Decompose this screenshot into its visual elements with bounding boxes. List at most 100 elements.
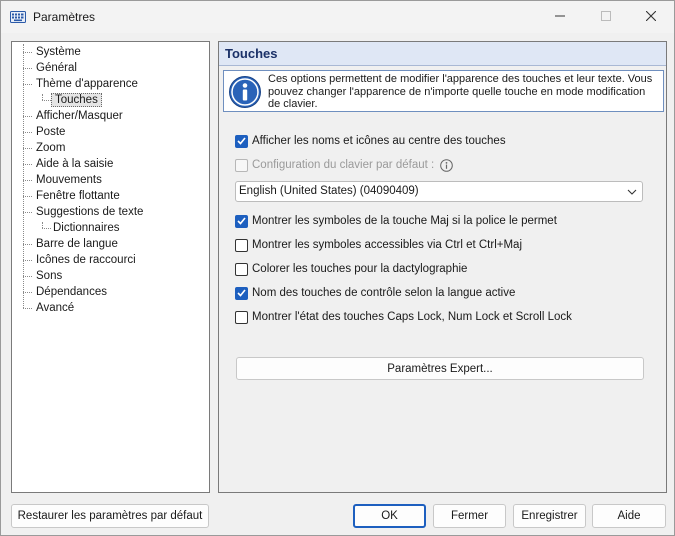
- tree-connector: [42, 228, 51, 229]
- option-show-names-icons[interactable]: Afficher les noms et icônes au centre de…: [235, 133, 506, 149]
- tree-item-systeme[interactable]: Système: [34, 44, 83, 60]
- tree-connector: [23, 196, 32, 197]
- panel-header: Touches: [219, 42, 666, 66]
- tree-item-label: Sons: [36, 270, 63, 282]
- option-label: Configuration du clavier par défaut :: [252, 159, 435, 171]
- tree-connector: [23, 308, 32, 309]
- help-button[interactable]: Aide: [592, 504, 666, 528]
- tree-item-dictionnaires[interactable]: Dictionnaires: [51, 220, 121, 236]
- checkbox: [235, 158, 248, 172]
- tree-item-general[interactable]: Général: [34, 60, 79, 76]
- tree-item-label: Dictionnaires: [53, 222, 120, 234]
- tree-connector: [23, 276, 32, 277]
- keyboard-layout-select[interactable]: English (United States) (04090409): [235, 181, 643, 202]
- option-control-key-names[interactable]: Nom des touches de contrôle selon la lan…: [235, 285, 515, 301]
- chevron-down-icon: [627, 189, 637, 195]
- check-icon: [237, 137, 246, 145]
- option-label: Nom des touches de contrôle selon la lan…: [252, 287, 516, 299]
- option-label: Montrer les symboles de la touche Maj si…: [252, 215, 557, 227]
- tree-connector: [42, 100, 51, 101]
- settings-window: Paramètres Système Général Thème d'appar…: [0, 0, 675, 536]
- tree-connector: [23, 116, 32, 117]
- tree-item-label: Aide à la saisie: [36, 158, 114, 170]
- keyboard-icon: [10, 11, 26, 23]
- option-label: Montrer l'état des touches Caps Lock, Nu…: [252, 311, 572, 323]
- settings-panel: Touches Ces options permettent de modifi…: [218, 41, 667, 493]
- tree-item-label: Poste: [36, 126, 66, 138]
- maximize-button[interactable]: [583, 1, 629, 31]
- option-label: Colorer les touches pour la dactylograph…: [252, 263, 468, 275]
- tree-item-label: Barre de langue: [36, 238, 118, 250]
- page-title: Touches: [225, 46, 278, 61]
- checkbox[interactable]: [235, 238, 248, 252]
- tree-item-poste[interactable]: Poste: [34, 124, 67, 140]
- minimize-button[interactable]: [537, 1, 583, 31]
- option-default-layout: Configuration du clavier par défaut :: [235, 157, 454, 173]
- option-ctrl-symbols[interactable]: Montrer les symboles accessibles via Ctr…: [235, 237, 522, 253]
- tree-item-suggestions[interactable]: Suggestions de texte: [34, 204, 145, 220]
- tree-item-label: Touches: [51, 93, 102, 107]
- tree-item-barre-langue[interactable]: Barre de langue: [34, 236, 120, 252]
- tree-item-label: Icônes de raccourci: [36, 254, 136, 266]
- save-button[interactable]: Enregistrer: [513, 504, 586, 528]
- info-text: Ces options permettent de modifier l'app…: [268, 73, 653, 110]
- tree-item-label: Avancé: [36, 302, 75, 314]
- tree-connector: [23, 180, 32, 181]
- option-shift-symbols[interactable]: Montrer les symboles de la touche Maj si…: [235, 213, 557, 229]
- checkbox[interactable]: [235, 134, 248, 148]
- tree-connector: [23, 52, 32, 53]
- tree-item-zoom[interactable]: Zoom: [34, 140, 67, 156]
- tree-item-theme[interactable]: Thème d'apparence: [34, 76, 140, 92]
- tree-connector: [23, 132, 32, 133]
- tree-item-touches[interactable]: Touches: [51, 92, 102, 108]
- window-title: Paramètres: [33, 10, 96, 24]
- tree-item-label: Mouvements: [36, 174, 102, 186]
- help-icon[interactable]: [440, 158, 454, 172]
- tree-item-label: Zoom: [36, 142, 66, 154]
- tree-item-aide-saisie[interactable]: Aide à la saisie: [34, 156, 115, 172]
- tree-item-icones-raccourci[interactable]: Icônes de raccourci: [34, 252, 138, 268]
- tree-connector: [23, 148, 32, 149]
- minimize-icon: [555, 15, 565, 17]
- tree-item-dependances[interactable]: Dépendances: [34, 284, 109, 300]
- tree-item-label: Système: [36, 46, 81, 58]
- settings-tree[interactable]: Système Général Thème d'apparence Touche…: [11, 41, 210, 493]
- close-icon: [646, 11, 656, 21]
- tree-item-label: Général: [36, 62, 77, 74]
- restore-defaults-button[interactable]: Restaurer les paramètres par défaut: [11, 504, 209, 528]
- expert-settings-button[interactable]: Paramètres Expert...: [236, 357, 644, 380]
- title-bar[interactable]: Paramètres: [1, 1, 674, 33]
- check-icon: [237, 217, 246, 225]
- tree-connector: [23, 260, 32, 261]
- tree-connector: [23, 244, 32, 245]
- close-button[interactable]: Fermer: [433, 504, 506, 528]
- tree-item-label: Dépendances: [36, 286, 107, 298]
- option-label: Afficher les noms et icônes au centre de…: [252, 135, 506, 147]
- maximize-icon: [601, 11, 611, 21]
- tree-item-label: Suggestions de texte: [36, 206, 144, 218]
- tree-item-sons[interactable]: Sons: [34, 268, 64, 284]
- tree-item-mouvements[interactable]: Mouvements: [34, 172, 104, 188]
- tree-connector: [23, 164, 32, 165]
- tree-item-label: Afficher/Masquer: [36, 110, 123, 122]
- check-icon: [237, 289, 246, 297]
- tree-item-avance[interactable]: Avancé: [34, 300, 76, 316]
- option-color-typing[interactable]: Colorer les touches pour la dactylograph…: [235, 261, 467, 277]
- ok-button[interactable]: OK: [353, 504, 426, 528]
- checkbox[interactable]: [235, 214, 248, 228]
- tree-item-label: Fenêtre flottante: [36, 190, 120, 202]
- tree-connector: [23, 292, 32, 293]
- tree-item-fenetre-flottante[interactable]: Fenêtre flottante: [34, 188, 122, 204]
- tree-item-afficher-masquer[interactable]: Afficher/Masquer: [34, 108, 125, 124]
- option-lock-state[interactable]: Montrer l'état des touches Caps Lock, Nu…: [235, 309, 572, 325]
- close-window-button[interactable]: [628, 1, 674, 31]
- checkbox[interactable]: [235, 286, 248, 300]
- tree-connector: [23, 68, 32, 69]
- tree-connector: [23, 84, 32, 85]
- info-icon: [229, 76, 261, 108]
- info-box: Ces options permettent de modifier l'app…: [223, 70, 664, 112]
- checkbox[interactable]: [235, 310, 248, 324]
- tree-item-label: Thème d'apparence: [36, 78, 138, 90]
- checkbox[interactable]: [235, 262, 248, 276]
- option-label: Montrer les symboles accessibles via Ctr…: [252, 239, 523, 251]
